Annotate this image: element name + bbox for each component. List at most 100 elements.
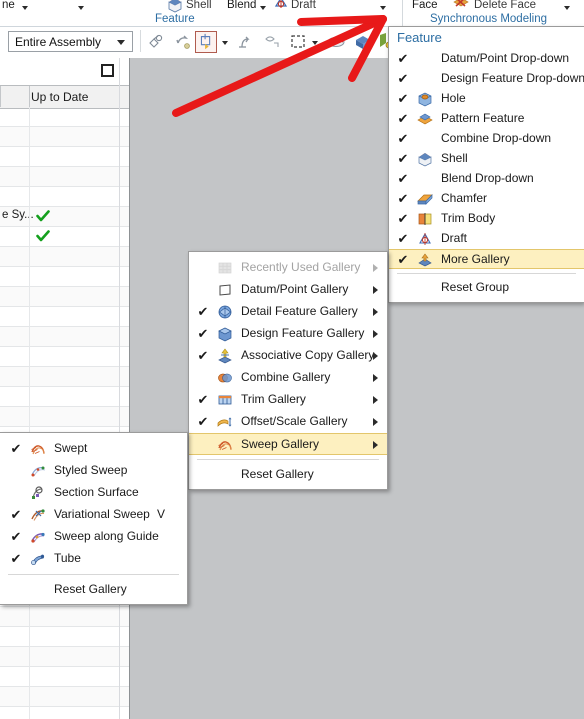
table-header-row: Up to Date: [0, 85, 130, 109]
detail-feature-icon: [217, 304, 233, 320]
feature-panel-item[interactable]: ✔ Pattern Feature: [389, 109, 584, 129]
move-face-button[interactable]: [195, 31, 217, 53]
sweep-menu-item[interactable]: Styled Sweep: [0, 460, 187, 482]
table-row[interactable]: [0, 687, 130, 707]
ribbon-label-draft[interactable]: Draft: [291, 0, 316, 11]
table-row[interactable]: e Sy...: [0, 207, 130, 227]
table-row[interactable]: [0, 707, 130, 719]
draft-icon[interactable]: [272, 0, 290, 12]
checkmark-icon: ✔: [397, 211, 409, 226]
scope-dropdown[interactable]: Entire Assembly: [8, 31, 133, 52]
table-row[interactable]: [0, 187, 130, 207]
sweep-menu-item[interactable]: ✔ Sweep along Guide: [0, 526, 187, 548]
column-divider: [29, 86, 30, 107]
column-divider: [29, 107, 30, 719]
gallery-menu-item[interactable]: ✔ Associative Copy Gallery: [189, 345, 387, 367]
feature-panel-item[interactable]: ✔ Draft: [389, 229, 584, 249]
trim-body-icon: [417, 211, 433, 227]
ribbon-label-shell[interactable]: Shell: [186, 0, 212, 11]
table-row[interactable]: [0, 627, 130, 647]
column-header-up-to-date[interactable]: Up to Date: [31, 90, 88, 104]
chevron-down-icon[interactable]: [260, 6, 266, 10]
chevron-down-icon[interactable]: [78, 6, 84, 10]
table-row[interactable]: [0, 327, 130, 347]
chevron-down-icon[interactable]: [380, 6, 386, 10]
gallery-menu-item[interactable]: Combine Gallery: [189, 367, 387, 389]
table-row[interactable]: [0, 387, 130, 407]
feature-panel-item[interactable]: ✔ Blend Drop-down: [389, 169, 584, 189]
label-face-button[interactable]: [324, 31, 346, 53]
sweep-menu-item[interactable]: ✔ Tube: [0, 548, 187, 570]
checkmark-icon: ✔: [397, 191, 409, 206]
table-row[interactable]: [0, 347, 130, 367]
feature-panel-item-label: Pattern Feature: [441, 111, 525, 125]
submenu-arrow-icon: [373, 441, 378, 449]
delete-face-icon[interactable]: [452, 0, 470, 12]
table-row[interactable]: [0, 167, 130, 187]
table-row[interactable]: [0, 107, 130, 127]
ribbon-label-delete-face[interactable]: Delete Face: [474, 0, 536, 11]
move-object-button[interactable]: [145, 31, 167, 53]
shell-icon: [417, 151, 433, 167]
table-row[interactable]: [0, 407, 130, 427]
feature-panel-title-text: Feature: [397, 30, 442, 45]
shell-icon[interactable]: [166, 0, 184, 13]
feature-panel-item[interactable]: ✔ Combine Drop-down: [389, 129, 584, 149]
ribbon: ne Shell Blend Draft Face Delete Face Fe…: [0, 0, 584, 27]
submenu-arrow-icon: [373, 374, 378, 382]
feature-panel-item[interactable]: ✔ Design Feature Drop-down: [389, 69, 584, 89]
table-row[interactable]: [0, 607, 130, 627]
feature-panel-item[interactable]: ✔ Shell: [389, 149, 584, 169]
gallery-menu-item[interactable]: ✔ Offset/Scale Gallery: [189, 411, 387, 433]
feature-panel-item[interactable]: ✔ Datum/Point Drop-down: [389, 49, 584, 69]
resize-face-button[interactable]: [287, 31, 309, 53]
offset-region-button[interactable]: [262, 31, 284, 53]
sweep-menu-item[interactable]: ✔ Variational Sweep V: [0, 504, 187, 526]
ribbon-group-label-feature: Feature: [155, 13, 195, 25]
table-row[interactable]: [0, 647, 130, 667]
submenu-arrow-icon: [373, 418, 378, 426]
table-row[interactable]: [0, 667, 130, 687]
panel-splitter[interactable]: [129, 58, 130, 719]
gallery-menu-item[interactable]: Datum/Point Gallery: [189, 279, 387, 301]
sweep-menu-item[interactable]: Section Surface: [0, 482, 187, 504]
ribbon-label-face[interactable]: Face: [412, 0, 438, 11]
reset-gallery-item[interactable]: Reset Gallery: [189, 464, 387, 486]
chevron-down-icon[interactable]: [22, 6, 28, 10]
feature-panel-item[interactable]: ✔ Trim Body: [389, 209, 584, 229]
sweep-menu-item-label: Styled Sweep: [54, 463, 128, 477]
table-row[interactable]: [0, 147, 130, 167]
chevron-down-icon[interactable]: [312, 41, 318, 45]
feature-panel-item[interactable]: ✔ More Gallery: [389, 249, 584, 269]
feature-panel-item[interactable]: ✔ Hole: [389, 89, 584, 109]
gallery-menu-item[interactable]: ✔ Trim Gallery: [189, 389, 387, 411]
gallery-menu-item[interactable]: ✔ Detail Feature Gallery: [189, 301, 387, 323]
gallery-menu-item[interactable]: Sweep Gallery: [189, 433, 387, 455]
maximize-icon[interactable]: [101, 64, 114, 77]
sweep-menu-item[interactable]: ✔ Swept: [0, 438, 187, 460]
sweep-along-guide-icon: [30, 529, 46, 545]
chamfer-icon: [417, 191, 433, 207]
chevron-down-icon[interactable]: [222, 41, 228, 45]
ribbon-label-ne[interactable]: ne: [2, 0, 15, 11]
ribbon-label-blend[interactable]: Blend: [227, 0, 256, 11]
table-row[interactable]: [0, 127, 130, 147]
undo-button[interactable]: [172, 31, 194, 53]
swept-icon: [30, 441, 46, 457]
feature-panel-item[interactable]: ✔ Chamfer: [389, 189, 584, 209]
checkmark-icon: ✔: [397, 252, 409, 267]
scope-dropdown-button[interactable]: [112, 32, 130, 51]
table-row[interactable]: [0, 247, 130, 267]
gallery-menu-item[interactable]: ✔ Design Feature Gallery: [189, 323, 387, 345]
replace-face-button[interactable]: [352, 31, 374, 53]
table-row[interactable]: [0, 287, 130, 307]
table-row[interactable]: [0, 307, 130, 327]
sweep-reset-gallery-item[interactable]: Reset Gallery: [0, 579, 187, 601]
chevron-down-icon[interactable]: [564, 6, 570, 10]
reset-group-item[interactable]: Reset Group: [389, 278, 584, 298]
pull-face-button[interactable]: [234, 31, 256, 53]
table-row[interactable]: [0, 267, 130, 287]
table-row[interactable]: [0, 367, 130, 387]
datum-point-icon: [217, 282, 233, 298]
table-row[interactable]: [0, 227, 130, 247]
